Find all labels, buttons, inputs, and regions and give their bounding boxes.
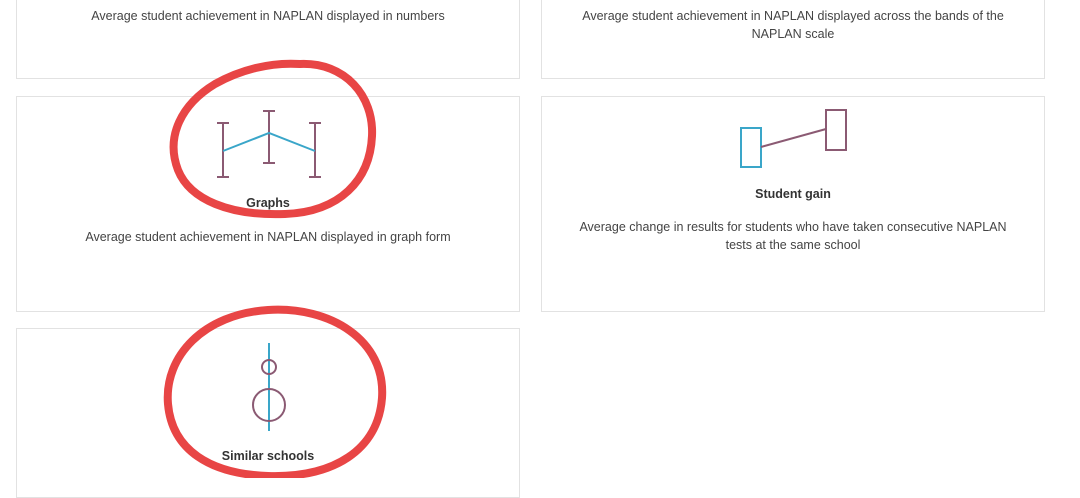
card-similar-schools-title: Similar schools — [221, 449, 315, 463]
card-bands-description: Average student achievement in NAPLAN di… — [582, 9, 1004, 41]
card-bands[interactable]: Average student achievement in NAPLAN di… — [541, 0, 1045, 79]
card-numbers[interactable]: Average student achievement in NAPLAN di… — [16, 0, 520, 79]
card-numbers-description: Average student achievement in NAPLAN di… — [91, 9, 445, 23]
card-graphs-title: Graphs — [246, 196, 290, 210]
card-graphs[interactable]: Graphs Average student achievement in NA… — [16, 96, 520, 312]
card-student-gain-description: Average change in results for students w… — [579, 220, 1007, 252]
card-similar-schools[interactable]: Similar schools — [16, 328, 520, 498]
card-student-gain[interactable]: Student gain Average change in results f… — [541, 96, 1045, 312]
student-gain-icon — [740, 109, 847, 168]
graphs-icon — [217, 110, 321, 178]
card-student-gain-title: Student gain — [755, 187, 831, 201]
similar-schools-icon — [252, 343, 286, 431]
card-graphs-description: Average student achievement in NAPLAN di… — [85, 230, 451, 244]
